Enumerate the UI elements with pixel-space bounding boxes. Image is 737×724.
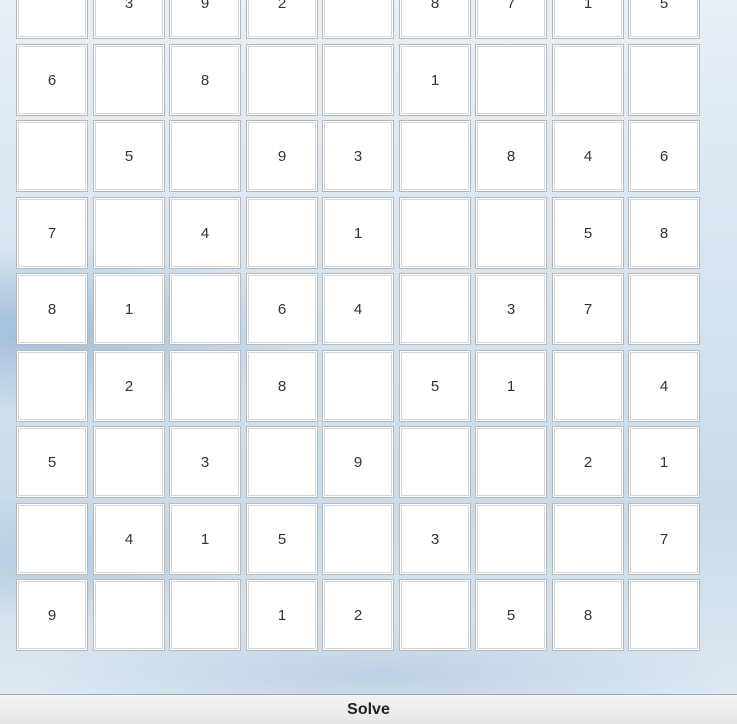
sudoku-cell-r2-c7[interactable] [475, 44, 547, 116]
sudoku-cell-r8-c5[interactable] [322, 503, 394, 575]
sudoku-cell-r3-c5[interactable]: 3 [322, 120, 394, 192]
sudoku-cell-r4-c1[interactable]: 7 [16, 197, 88, 269]
sudoku-cell-r2-c4[interactable] [246, 44, 318, 116]
sudoku-cell-r3-c2[interactable]: 5 [93, 120, 165, 192]
sudoku-cell-r2-c8[interactable] [552, 44, 624, 116]
solve-button[interactable]: Solve [0, 694, 737, 724]
sudoku-cell-r5-c1[interactable]: 8 [16, 273, 88, 345]
sudoku-cell-r6-c8[interactable] [552, 350, 624, 422]
sudoku-cell-r5-c6[interactable] [399, 273, 471, 345]
sudoku-cell-r7-c2[interactable] [93, 426, 165, 498]
sudoku-cell-r8-c7[interactable] [475, 503, 547, 575]
sudoku-cell-r8-c3[interactable]: 1 [169, 503, 241, 575]
sudoku-cell-r4-c5[interactable]: 1 [322, 197, 394, 269]
sudoku-cell-r2-c6[interactable]: 1 [399, 44, 471, 116]
sudoku-cell-r3-c1[interactable] [16, 120, 88, 192]
sudoku-cell-r5-c7[interactable]: 3 [475, 273, 547, 345]
sudoku-cell-r5-c5[interactable]: 4 [322, 273, 394, 345]
sudoku-cell-r6-c7[interactable]: 1 [475, 350, 547, 422]
sudoku-cell-r1-c1[interactable] [16, 0, 88, 39]
sudoku-cell-r7-c8[interactable]: 2 [552, 426, 624, 498]
sudoku-cell-r3-c4[interactable]: 9 [246, 120, 318, 192]
sudoku-cell-r8-c6[interactable]: 3 [399, 503, 471, 575]
sudoku-cell-r2-c5[interactable] [322, 44, 394, 116]
sudoku-cell-r4-c7[interactable] [475, 197, 547, 269]
sudoku-cell-r5-c8[interactable]: 7 [552, 273, 624, 345]
sudoku-cell-r8-c9[interactable]: 7 [628, 503, 700, 575]
sudoku-cell-r3-c6[interactable] [399, 120, 471, 192]
sudoku-cell-r1-c4[interactable]: 2 [246, 0, 318, 39]
sudoku-cell-r8-c1[interactable] [16, 503, 88, 575]
sudoku-cell-r4-c9[interactable]: 8 [628, 197, 700, 269]
sudoku-cell-r8-c2[interactable]: 4 [93, 503, 165, 575]
sudoku-cell-r9-c4[interactable]: 1 [246, 579, 318, 651]
sudoku-cell-r4-c3[interactable]: 4 [169, 197, 241, 269]
sudoku-cell-r5-c3[interactable] [169, 273, 241, 345]
sudoku-cell-r4-c2[interactable] [93, 197, 165, 269]
sudoku-cell-r5-c2[interactable]: 1 [93, 273, 165, 345]
sudoku-cell-r1-c8[interactable]: 1 [552, 0, 624, 39]
sudoku-cell-r9-c7[interactable]: 5 [475, 579, 547, 651]
sudoku-cell-r9-c2[interactable] [93, 579, 165, 651]
sudoku-cell-r4-c8[interactable]: 5 [552, 197, 624, 269]
sudoku-cell-r6-c5[interactable] [322, 350, 394, 422]
sudoku-cell-r5-c4[interactable]: 6 [246, 273, 318, 345]
sudoku-cell-r3-c9[interactable]: 6 [628, 120, 700, 192]
sudoku-cell-r2-c1[interactable]: 6 [16, 44, 88, 116]
sudoku-cell-r3-c3[interactable] [169, 120, 241, 192]
sudoku-cell-r9-c3[interactable] [169, 579, 241, 651]
sudoku-cell-r7-c7[interactable] [475, 426, 547, 498]
sudoku-cell-r1-c5[interactable] [322, 0, 394, 39]
sudoku-cell-r2-c2[interactable] [93, 44, 165, 116]
sudoku-board: 3928715681593846741588164372851453921415… [16, 0, 706, 659]
sudoku-cell-r7-c6[interactable] [399, 426, 471, 498]
sudoku-cell-r9-c8[interactable]: 8 [552, 579, 624, 651]
sudoku-cell-r3-c8[interactable]: 4 [552, 120, 624, 192]
sudoku-cell-r1-c3[interactable]: 9 [169, 0, 241, 39]
sudoku-cell-r1-c2[interactable]: 3 [93, 0, 165, 39]
sudoku-cell-r2-c9[interactable] [628, 44, 700, 116]
sudoku-cell-r6-c9[interactable]: 4 [628, 350, 700, 422]
sudoku-cell-r9-c1[interactable]: 9 [16, 579, 88, 651]
sudoku-cell-r7-c5[interactable]: 9 [322, 426, 394, 498]
sudoku-cell-r6-c3[interactable] [169, 350, 241, 422]
sudoku-cell-r5-c9[interactable] [628, 273, 700, 345]
sudoku-cell-r7-c3[interactable]: 3 [169, 426, 241, 498]
sudoku-cell-r6-c1[interactable] [16, 350, 88, 422]
sudoku-cell-r3-c7[interactable]: 8 [475, 120, 547, 192]
sudoku-cell-r9-c5[interactable]: 2 [322, 579, 394, 651]
sudoku-cell-r8-c8[interactable] [552, 503, 624, 575]
sudoku-cell-r2-c3[interactable]: 8 [169, 44, 241, 116]
sudoku-cell-r9-c6[interactable] [399, 579, 471, 651]
sudoku-cell-r7-c4[interactable] [246, 426, 318, 498]
sudoku-cell-r7-c9[interactable]: 1 [628, 426, 700, 498]
sudoku-cell-r6-c4[interactable]: 8 [246, 350, 318, 422]
sudoku-cell-r1-c9[interactable]: 5 [628, 0, 700, 39]
sudoku-cell-r6-c2[interactable]: 2 [93, 350, 165, 422]
sudoku-cell-r1-c7[interactable]: 7 [475, 0, 547, 39]
sudoku-cell-r6-c6[interactable]: 5 [399, 350, 471, 422]
sudoku-cell-r4-c4[interactable] [246, 197, 318, 269]
sudoku-cell-r8-c4[interactable]: 5 [246, 503, 318, 575]
sudoku-cell-r1-c6[interactable]: 8 [399, 0, 471, 39]
sudoku-cell-r7-c1[interactable]: 5 [16, 426, 88, 498]
sudoku-cell-r4-c6[interactable] [399, 197, 471, 269]
sudoku-cell-r9-c9[interactable] [628, 579, 700, 651]
